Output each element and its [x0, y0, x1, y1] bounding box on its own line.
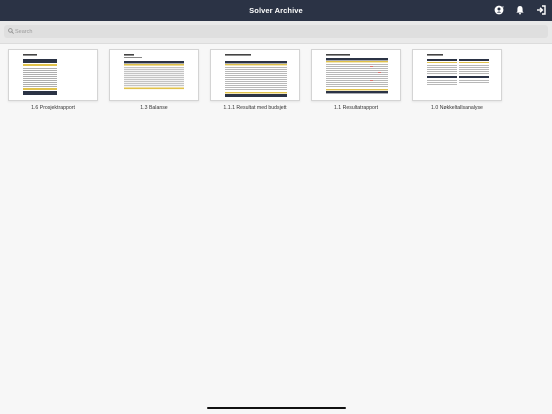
search-bar-container [0, 21, 552, 44]
search-field[interactable] [4, 25, 548, 38]
document-thumbnail[interactable] [109, 49, 199, 101]
document-item[interactable]: 1.1.1 Resultat med budsjett [210, 49, 300, 111]
report-thumbnail-icon [124, 54, 184, 90]
document-item[interactable]: 1.3 Balanse [109, 49, 199, 111]
report-thumbnail-icon [225, 54, 287, 97]
document-thumbnail[interactable] [210, 49, 300, 101]
document-item[interactable]: 1.0 Nøkkeltallsanalyse [412, 49, 502, 111]
bell-icon[interactable] [515, 5, 525, 15]
document-item[interactable]: 1.1 Resultatrapport [311, 49, 401, 111]
document-thumbnail[interactable] [412, 49, 502, 101]
sign-in-icon[interactable] [536, 5, 546, 15]
search-icon [8, 28, 14, 34]
toolbar-icons [494, 5, 546, 15]
document-label: 1.0 Nøkkeltallsanalyse [431, 105, 483, 111]
document-label: 1.3 Balanse [140, 105, 168, 111]
document-label: 1.1 Resultatrapport [333, 105, 379, 111]
report-thumbnail-icon [23, 54, 57, 95]
document-label: 1.1.1 Resultat med budsjett [223, 105, 287, 111]
report-thumbnail-icon [326, 54, 388, 94]
user-sync-icon[interactable] [494, 5, 504, 15]
home-indicator[interactable] [207, 407, 346, 409]
document-thumbnail[interactable] [311, 49, 401, 101]
document-thumbnail[interactable] [8, 49, 98, 101]
document-label: 1.6 Prosjektrapport [31, 105, 75, 111]
app-title: Solver Archive [249, 6, 303, 15]
search-input[interactable] [15, 25, 535, 38]
report-thumbnail-icon [427, 54, 489, 85]
document-item[interactable]: 1.6 Prosjektrapport [8, 49, 98, 111]
